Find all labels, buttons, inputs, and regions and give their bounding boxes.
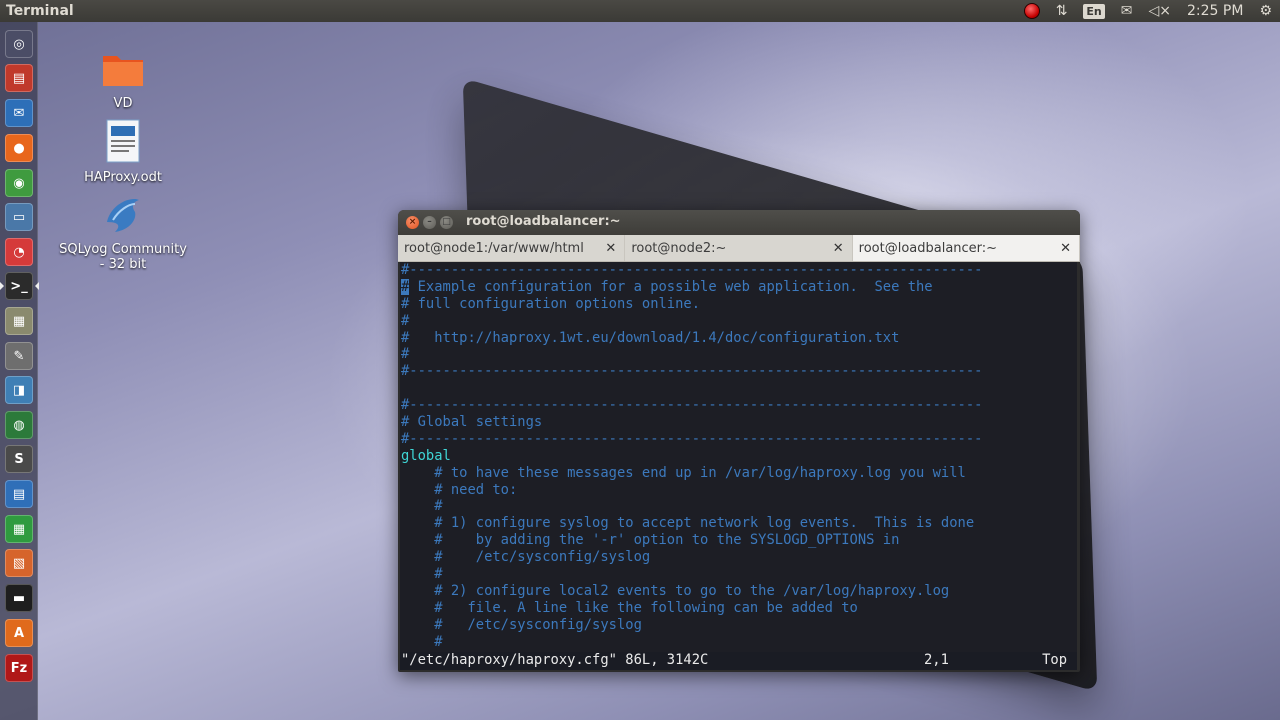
tab-label: root@node1:/var/www/html — [404, 240, 584, 256]
record-icon — [1023, 3, 1040, 19]
tab-node2[interactable]: root@node2:~ ✕ — [625, 235, 853, 261]
terminal-line: # to have these messages end up in /var/… — [401, 464, 966, 481]
folder-icon — [103, 56, 143, 86]
text-editor-icon[interactable]: ✎ — [5, 342, 33, 370]
terminal-line: # /etc/sysconfig/syslog — [401, 616, 642, 633]
image-viewer-icon[interactable]: ▦ — [5, 307, 33, 335]
clock: 2:25 PM — [1187, 3, 1244, 19]
terminal-line: # — [401, 566, 443, 583]
filezilla-icon[interactable]: Fz — [5, 654, 33, 682]
terminal-line: # file. A line like the following can be… — [401, 599, 858, 616]
terminal-line: #---------------------------------------… — [401, 397, 983, 414]
keyboard-language-indicator[interactable]: En — [1075, 0, 1112, 22]
network-arrows-icon: ⇅ — [1055, 3, 1068, 19]
red-app-icon[interactable]: ◔ — [5, 238, 33, 266]
terminal-line: # — [401, 633, 443, 650]
remote-desktop-icon[interactable]: ▭ — [5, 203, 33, 231]
desktop-icon-label: SQLyog Community - 32 bit — [59, 242, 187, 272]
launcher: ◎ ▤ ✉ ● ◉ ▭ ◔ >_ ▦ ✎ ◨ ◍ S ▤ ▦ ▧ ▬ A Fz — [0, 22, 39, 720]
terminal-line: #---------------------------------------… — [401, 363, 983, 380]
terminal-line: # 2) configure local2 events to go to th… — [401, 582, 950, 599]
terminal-tabbar: root@node1:/var/www/html ✕ root@node2:~ … — [398, 235, 1080, 262]
desktop-icon-label: VD — [113, 96, 133, 111]
session-indicator[interactable]: ⚙ — [1251, 0, 1280, 22]
drawing-icon[interactable]: ◨ — [5, 376, 33, 404]
terminal-line: # need to: — [401, 481, 518, 498]
writer-icon[interactable]: ▤ — [5, 480, 33, 508]
minimize-window-button[interactable]: – — [423, 216, 436, 229]
calc-icon[interactable]: ▦ — [5, 515, 33, 543]
gear-icon: ⚙ — [1259, 3, 1272, 19]
terminal-line: # — [401, 498, 443, 515]
terminal-line: # http://haproxy.1wt.eu/download/1.4/doc… — [401, 329, 900, 346]
volume-muted-icon: ◁× — [1148, 3, 1172, 19]
desktop-icon-haproxy-odt[interactable]: HAProxy.odt — [58, 118, 188, 185]
desktop-icon-label: HAProxy.odt — [84, 170, 162, 185]
terminal-window[interactable]: × – □ root@loadbalancer:~ root@node1:/va… — [398, 210, 1080, 672]
desktop-icon-vd[interactable]: VD — [58, 50, 188, 111]
terminal-line: # full configuration options online. — [401, 295, 701, 312]
globe-icon[interactable]: ◍ — [5, 411, 33, 439]
desktop-icon-sqlyog[interactable]: SQLyog Community - 32 bit — [58, 192, 188, 272]
active-app-title: Terminal — [6, 3, 74, 19]
sublime-icon[interactable]: S — [5, 445, 33, 473]
terminal-line: # by adding the '-r' option to the SYSLO… — [401, 532, 900, 549]
terminal-line: #---------------------------------------… — [401, 430, 983, 447]
close-tab-icon[interactable]: ✕ — [1060, 241, 1071, 256]
dolphin-icon — [107, 198, 139, 232]
thunderbird-icon[interactable]: ✉ — [5, 99, 33, 127]
terminal-line: # /etc/sysconfig/syslog — [401, 549, 651, 566]
terminal-line: global — [401, 447, 451, 464]
tab-node1[interactable]: root@node1:/var/www/html ✕ — [398, 235, 626, 261]
status-cursor-position: 2,1 — [924, 652, 949, 668]
status-scroll-position: Top — [1042, 652, 1067, 668]
terminal-icon[interactable]: >_ — [0, 272, 39, 300]
mail-icon: ✉ — [1120, 3, 1133, 19]
maximize-window-button[interactable]: □ — [440, 216, 453, 229]
indicator-area: ⇅ En ✉ ◁× 2:25 PM ⚙ — [1016, 0, 1280, 22]
terminal-line: # Global settings — [401, 414, 543, 431]
close-tab-icon[interactable]: ✕ — [833, 241, 844, 256]
close-window-button[interactable]: × — [406, 216, 419, 229]
terminal-line: # — [401, 346, 410, 363]
tab-loadbalancer[interactable]: root@loadbalancer:~ ✕ — [852, 235, 1080, 261]
recording-indicator[interactable] — [1016, 0, 1048, 22]
terminal-content[interactable]: #---------------------------------------… — [400, 262, 1077, 670]
terminal-line: # Example configuration for a possible w… — [401, 278, 933, 295]
language-label: En — [1083, 3, 1105, 19]
status-file-info: "/etc/haproxy/haproxy.cfg" 86L, 3142C — [401, 652, 709, 668]
impress-icon[interactable]: ▧ — [5, 549, 33, 577]
vim-statusline: "/etc/haproxy/haproxy.cfg" 86L, 3142C 2,… — [400, 652, 1077, 670]
window-title: root@loadbalancer:~ — [466, 214, 621, 229]
document-icon — [106, 119, 140, 163]
sound-indicator[interactable]: ◁× — [1141, 0, 1180, 22]
chrome-icon[interactable]: ◉ — [5, 169, 33, 197]
messaging-indicator[interactable]: ✉ — [1113, 0, 1141, 22]
tab-label: root@loadbalancer:~ — [858, 240, 998, 256]
software-center-icon[interactable]: A — [5, 619, 33, 647]
terminal-line: # 1) configure syslog to accept network … — [401, 515, 975, 532]
terminal-line: #---------------------------------------… — [401, 262, 983, 278]
firefox-icon[interactable]: ● — [5, 134, 33, 162]
tab-label: root@node2:~ — [631, 240, 727, 256]
top-panel: Terminal ⇅ En ✉ ◁× 2:25 PM ⚙ — [0, 0, 1280, 22]
close-tab-icon[interactable]: ✕ — [605, 241, 616, 256]
files-manager-icon[interactable]: ▤ — [5, 64, 33, 92]
app-stripe-icon[interactable]: ▬ — [5, 584, 33, 612]
terminal-line: # — [401, 312, 410, 329]
clock-indicator[interactable]: 2:25 PM — [1179, 0, 1251, 22]
network-indicator[interactable]: ⇅ — [1048, 0, 1076, 22]
dash-icon[interactable]: ◎ — [5, 30, 33, 58]
window-titlebar[interactable]: × – □ root@loadbalancer:~ — [398, 210, 1080, 235]
